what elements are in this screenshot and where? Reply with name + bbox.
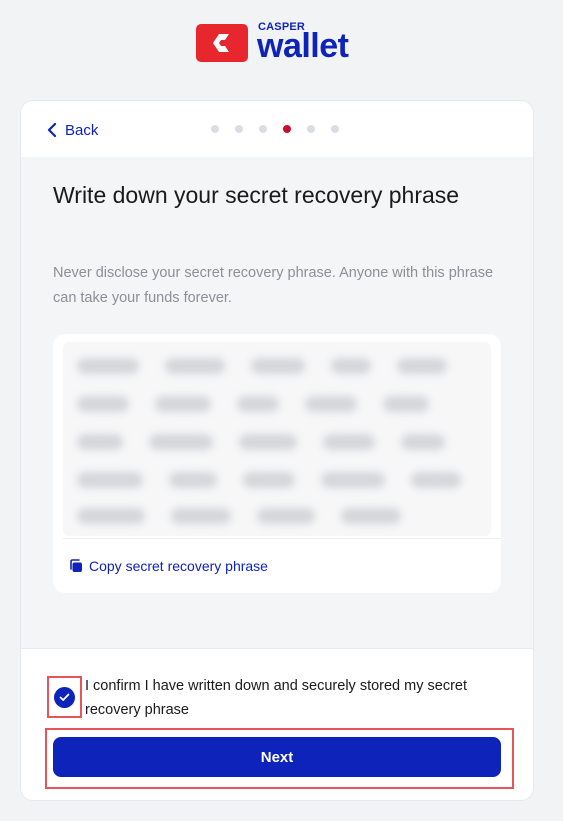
copy-icon [70,559,82,572]
copy-phrase-button[interactable]: Copy secret recovery phrase [69,556,268,576]
check-circle [54,686,75,708]
page-subtitle: Never disclose your secret recovery phra… [53,265,494,306]
onboarding-card: Back Write down your secret recovery phr… [21,101,533,800]
logo-product-text: wallet [257,27,349,65]
card-footer: I confirm I have written down and secure… [21,648,533,800]
step-dot [235,125,243,133]
casper-logo-icon [196,24,248,62]
back-button[interactable]: Back [47,117,98,143]
step-dot [331,125,339,133]
recovery-phrase-box: Copy secret recovery phrase [53,334,501,593]
checkmark-icon [59,693,70,701]
step-dot [211,125,219,133]
page-title: Write down your secret recovery phrase [53,182,460,208]
copy-phrase-label: Copy secret recovery phrase [89,558,268,574]
phrase-divider [63,538,501,539]
back-label: Back [65,121,99,139]
step-dot [259,125,267,133]
confirm-checkbox[interactable] [47,676,82,718]
card-header: Back [21,101,533,157]
blurred-recovery-phrase [63,342,491,536]
step-dot-active [283,125,291,133]
next-button[interactable]: Next [53,737,501,777]
casper-wallet-logo: CASPER wallet [0,0,563,80]
confirm-label: I confirm I have written down and secure… [85,678,467,718]
chevron-left-icon [47,122,57,138]
step-dot [307,125,315,133]
progress-stepper [211,125,355,133]
